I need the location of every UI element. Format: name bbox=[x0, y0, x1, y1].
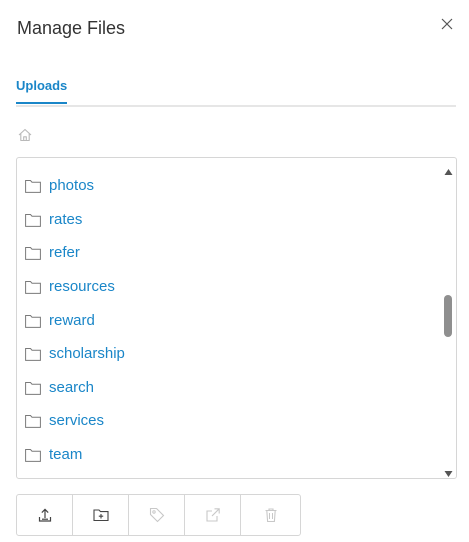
folder-name: search bbox=[49, 379, 95, 396]
tab-bar: Uploads bbox=[16, 74, 456, 107]
folder-name: scholarship bbox=[49, 345, 125, 362]
folder-icon bbox=[25, 246, 41, 260]
folder-icon bbox=[25, 381, 41, 395]
home-icon[interactable] bbox=[17, 127, 33, 143]
folder-name: services bbox=[49, 412, 105, 429]
folder-name: team bbox=[49, 446, 83, 463]
list-item[interactable]: resources bbox=[17, 271, 439, 305]
external-link-icon bbox=[205, 508, 220, 522]
folder-name: rates bbox=[49, 211, 83, 228]
close-icon[interactable] bbox=[438, 15, 456, 33]
scrollbar-thumb[interactable] bbox=[444, 295, 452, 337]
new-folder-button[interactable] bbox=[73, 495, 129, 535]
folder-icon bbox=[25, 414, 41, 428]
list-item[interactable]: team bbox=[17, 439, 439, 473]
list-item[interactable]: services bbox=[17, 405, 439, 439]
tag-button[interactable] bbox=[129, 495, 185, 535]
list-item[interactable]: rates bbox=[17, 204, 439, 238]
folder-icon bbox=[25, 347, 41, 361]
tab-uploads[interactable]: Uploads bbox=[16, 78, 68, 104]
trash-icon bbox=[265, 508, 276, 523]
scroll-down-arrow-icon[interactable] bbox=[444, 465, 453, 477]
folder-icon bbox=[25, 179, 41, 193]
folder-icon bbox=[25, 213, 41, 227]
upload-icon bbox=[38, 508, 51, 522]
folder-name: reward bbox=[49, 312, 95, 329]
delete-button[interactable] bbox=[241, 495, 300, 535]
list-item[interactable]: refer bbox=[17, 237, 439, 271]
scroll-up-arrow-icon[interactable] bbox=[444, 163, 453, 175]
upload-button[interactable] bbox=[17, 495, 73, 535]
folder-icon bbox=[25, 314, 41, 328]
folder-icon bbox=[25, 280, 41, 294]
list-item[interactable]: photos bbox=[17, 170, 439, 204]
tag-icon bbox=[149, 507, 164, 523]
folder-icon bbox=[25, 448, 41, 462]
manage-files-dialog: Manage Files Uploads p photos bbox=[0, 0, 469, 542]
dialog-title: Manage Files bbox=[17, 18, 126, 38]
file-toolbar bbox=[16, 494, 301, 536]
list-item[interactable]: search bbox=[17, 372, 439, 406]
new-folder-icon bbox=[92, 509, 109, 522]
list-item[interactable]: p bbox=[17, 158, 439, 166]
list-item[interactable]: reward bbox=[17, 305, 439, 339]
list-item[interactable]: scholarship bbox=[17, 338, 439, 372]
folder-name: photos bbox=[49, 177, 95, 194]
folder-name: resources bbox=[49, 278, 115, 295]
open-external-button[interactable] bbox=[185, 495, 241, 535]
folder-list: p photos rates refer bbox=[17, 158, 439, 478]
file-list: p photos rates refer bbox=[16, 157, 457, 479]
folder-name: refer bbox=[49, 244, 80, 261]
list-scrollbar[interactable] bbox=[441, 158, 455, 478]
